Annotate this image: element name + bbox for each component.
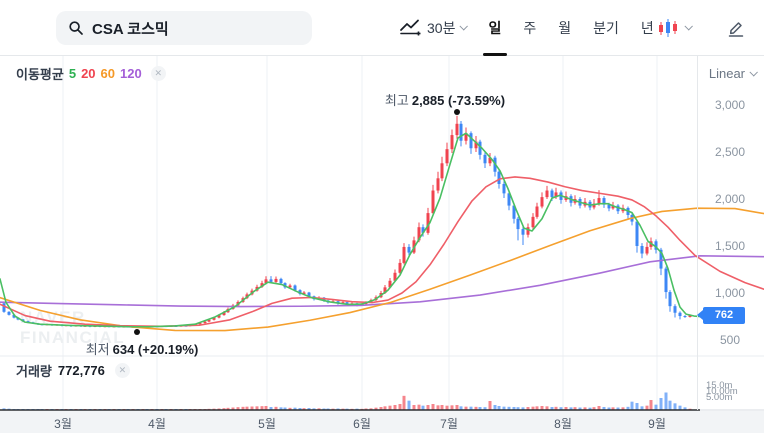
month-tick-label: 8월 (554, 417, 572, 431)
price-tick-label: 500 (719, 333, 741, 347)
ma-legend-close-icon[interactable]: ✕ (150, 66, 166, 81)
ma-legend-title: 이동평균 (16, 67, 64, 82)
high-annotation: 최고 2,885 (-73.59%) (385, 90, 505, 109)
magnifier-icon (69, 21, 83, 35)
volume-legend-close-icon[interactable]: ✕ (114, 363, 130, 378)
ma-period-5: 5 (68, 66, 77, 81)
high-annotation-prefix: 최고 (384, 93, 409, 108)
tab-week-label: 주 (523, 20, 537, 36)
toolbar: CSA 코스믹 30분 일 주 월 분기 년 (0, 0, 764, 56)
month-tick-label: 7월 (440, 417, 458, 431)
low-annotation: 최저 634 (+20.19%) (86, 339, 199, 358)
chart-style-selector[interactable] (652, 14, 696, 42)
ma-legend: 이동평균 5 20 60 120 ✕ (16, 64, 166, 83)
tab-quarter-label: 분기 (593, 20, 619, 36)
timeframe-tabs: 30분 일 주 월 분기 년 (416, 0, 665, 56)
ma-period-60: 60 (100, 66, 116, 81)
tab-week[interactable]: 주 (512, 0, 547, 56)
pencil-icon (728, 22, 744, 37)
volume-legend: 거래량 772,776 ✕ (16, 361, 130, 380)
volume-legend-title: 거래량 (16, 364, 52, 379)
chevron-down-icon (683, 22, 693, 31)
tab-30min-label: 30분 (427, 20, 456, 36)
ma-period-20: 20 (81, 66, 96, 81)
price-tick-label: 1,000 (714, 286, 746, 300)
low-marker-dot (134, 329, 140, 335)
month-tick-label: 3월 (54, 417, 72, 431)
month-tick-label: 4월 (148, 417, 166, 431)
price-tick-label: 3,000 (714, 98, 746, 112)
draw-tool-button[interactable] (722, 14, 750, 42)
scale-selector[interactable]: Linear (708, 66, 758, 81)
tab-day-label: 일 (488, 20, 502, 36)
tab-month-label: 월 (558, 20, 572, 36)
high-annotation-value: 2,885 (-73.59%) (411, 93, 506, 108)
high-marker-dot (454, 109, 460, 115)
low-annotation-prefix: 최저 (85, 342, 110, 357)
price-tick-label: 2,000 (714, 192, 746, 206)
time-axis: 3월 4월 5월 6월 7월 8월 9월 (0, 411, 764, 433)
symbol-search[interactable]: CSA 코스믹 (56, 11, 312, 45)
volume-legend-value: 772,776 (57, 363, 105, 378)
month-tick-label: 6월 (353, 417, 371, 431)
volume-tick-label: 5.00m (706, 392, 733, 403)
low-annotation-value: 634 (+20.19%) (112, 342, 199, 357)
chevron-down-icon (459, 22, 469, 31)
tab-month[interactable]: 월 (547, 0, 582, 56)
candlestick-icon (658, 19, 677, 37)
price-tick-label: 2,500 (714, 145, 746, 159)
price-tick-label: 1,500 (714, 239, 746, 253)
stock-chart-app: NAVER FINANCIAL CSA 코스믹 30분 일 주 월 분기 년 이… (0, 0, 764, 433)
current-price-badge: 762 (697, 306, 745, 324)
month-tick-label: 5월 (258, 417, 276, 431)
tab-30min[interactable]: 30분 (416, 0, 477, 56)
symbol-name: CSA 코스믹 (92, 20, 169, 38)
ma-period-120: 120 (120, 66, 142, 81)
tab-quarter[interactable]: 분기 (582, 0, 630, 56)
current-price-value: 762 (714, 309, 734, 321)
tab-day[interactable]: 일 (477, 0, 512, 56)
month-tick-label: 9월 (648, 417, 666, 431)
scale-label: Linear (708, 66, 745, 81)
